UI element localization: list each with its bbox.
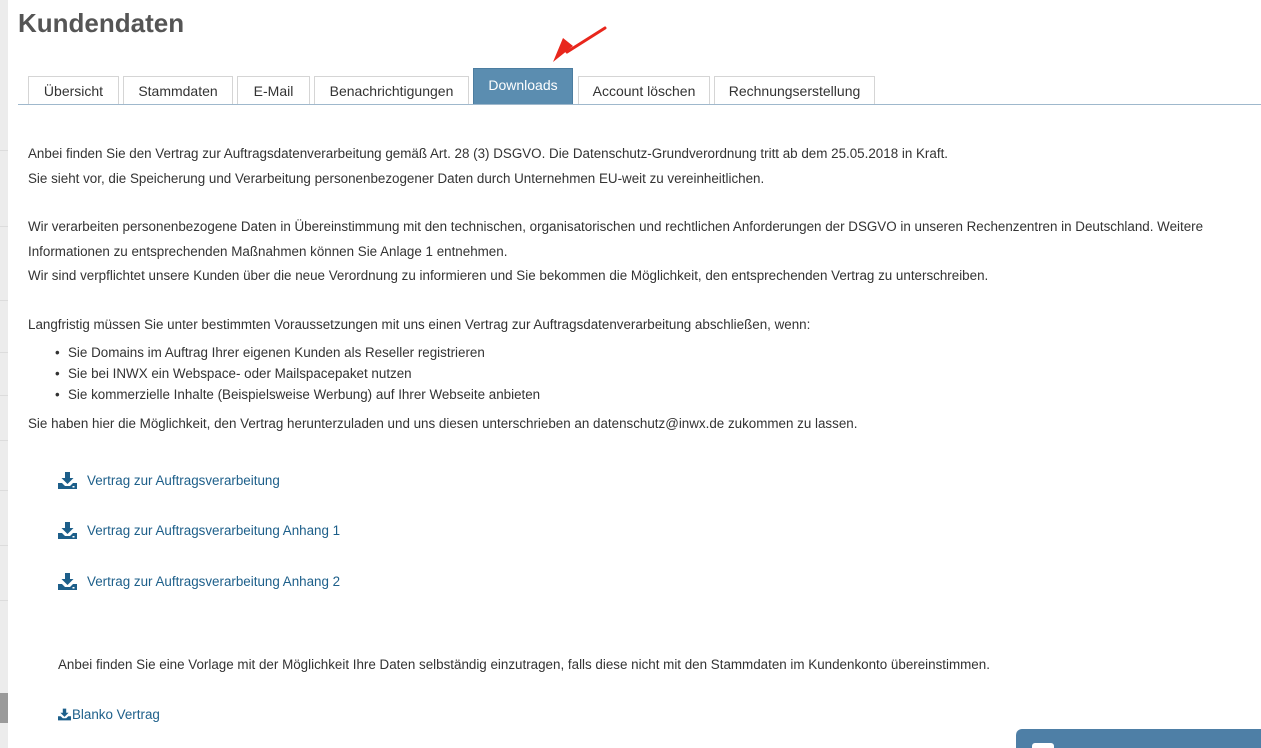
chat-icon [1032, 743, 1054, 748]
download-icon [58, 573, 77, 590]
download-link-vertrag[interactable]: Vertrag zur Auftragsverarbeitung [58, 472, 280, 489]
tab-label: Rechnungserstellung [728, 82, 861, 99]
tab-downloads[interactable]: Downloads [473, 68, 573, 105]
download-link-label: Vertrag zur Auftragsverarbeitung [87, 473, 280, 488]
download-link-label: Blanko Vertrag [72, 707, 160, 722]
tab-label: Übersicht [43, 82, 104, 99]
download-icon [58, 522, 77, 539]
tab-bar: Übersicht Stammdaten E-Mail Benachrichti… [18, 0, 1261, 106]
tab-stammdaten[interactable]: Stammdaten [123, 76, 233, 104]
list-item: Sie bei INWX ein Webspace- oder Mailspac… [55, 363, 1253, 384]
tab-account-loeschen[interactable]: Account löschen [578, 76, 710, 104]
tab-rechnungserstellung[interactable]: Rechnungserstellung [714, 76, 875, 104]
tab-label: Account löschen [592, 82, 696, 99]
download-link-anhang-1[interactable]: Vertrag zur Auftragsverarbeitung Anhang … [58, 522, 340, 539]
download-link-label: Vertrag zur Auftragsverarbeitung Anhang … [87, 574, 341, 589]
left-edge-strip [0, 0, 8, 748]
download-icon [58, 708, 71, 721]
conditions-list: Sie Domains im Auftrag Ihrer eigenen Kun… [28, 342, 1253, 405]
chat-widget[interactable] [1016, 729, 1261, 748]
conditions-text: Langfristig müssen Sie unter bestimmten … [28, 316, 811, 332]
tab-label: Benachrichtigungen [329, 82, 454, 99]
download-hint-text: Sie haben hier die Möglichkeit, den Vert… [28, 416, 858, 431]
intro-text: Anbei finden Sie den Vertrag zur Auftrag… [28, 146, 949, 161]
processing-text: Informationen zu entsprechenden Maßnahme… [28, 243, 508, 259]
tab-uebersicht[interactable]: Übersicht [28, 76, 119, 104]
download-icon [58, 472, 77, 489]
downloads-content: Anbei finden Sie den Vertrag zur Auftrag… [28, 142, 1253, 437]
download-link-anhang-2[interactable]: Vertrag zur Auftragsverarbeitung Anhang … [58, 573, 340, 590]
tab-label: E-Mail [253, 82, 294, 99]
processing-text: Wir sind verpflichtet unsere Kunden über… [28, 268, 989, 283]
processing-text: Wir verarbeiten personenbezogene Daten i… [28, 219, 1204, 234]
list-item: Sie Domains im Auftrag Ihrer eigenen Kun… [55, 342, 1253, 363]
download-link-label: Vertrag zur Auftragsverarbeitung Anhang … [87, 523, 341, 538]
template-note: Anbei finden Sie eine Vorlage mit der Mö… [58, 657, 990, 672]
download-link-blanko[interactable]: Blanko Vertrag [58, 707, 160, 722]
tab-label: Stammdaten [138, 82, 218, 99]
intro-text: Sie sieht vor, die Speicherung und Verar… [28, 170, 765, 186]
tab-benachrichtigungen[interactable]: Benachrichtigungen [314, 76, 469, 104]
tab-email[interactable]: E-Mail [237, 76, 310, 104]
list-item: Sie kommerzielle Inhalte (Beispielsweise… [55, 384, 1253, 405]
tab-baseline [18, 104, 1261, 105]
tab-label: Downloads [488, 76, 558, 93]
